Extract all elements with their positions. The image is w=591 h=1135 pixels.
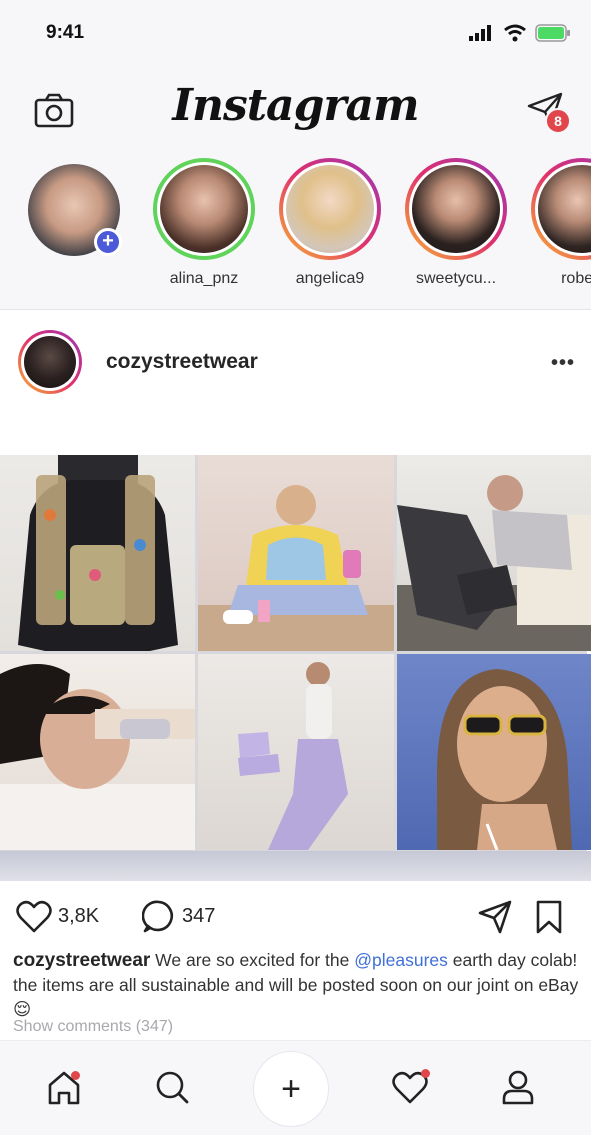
gallery-photo: [198, 455, 394, 651]
battery-icon: [535, 24, 570, 42]
story-own[interactable]: +: [22, 158, 126, 256]
profile-icon: [502, 1070, 534, 1105]
heart-icon: [16, 900, 52, 933]
story-avatar: [412, 165, 500, 253]
post-username[interactable]: cozystreetwear: [106, 350, 258, 374]
notification-dot: [421, 1069, 430, 1078]
like-button[interactable]: [16, 899, 52, 933]
post-header: cozystreetwear •••: [0, 312, 591, 412]
nav-profile[interactable]: [498, 1067, 538, 1107]
status-bar: 9:41: [0, 0, 591, 70]
own-avatar: +: [28, 164, 122, 256]
gallery-photo: [397, 654, 591, 850]
story-name: angelica9: [295, 270, 365, 287]
story-name: robert: [561, 270, 591, 287]
status-time: 9:41: [46, 22, 85, 43]
gallery-footer-strip: [0, 851, 591, 881]
nav-home[interactable]: [44, 1067, 84, 1107]
nav-search[interactable]: [152, 1067, 192, 1107]
post-image[interactable]: [0, 455, 591, 851]
direct-badge: 8: [545, 108, 571, 134]
post-avatar[interactable]: [18, 330, 82, 394]
bookmark-icon: [536, 900, 562, 934]
share-button[interactable]: [477, 899, 513, 935]
like-count: 3,8K: [58, 905, 100, 927]
story-name: alina_pnz: [169, 270, 239, 287]
relieved-emoji-icon: 😌: [13, 999, 32, 1019]
story-angelica[interactable]: angelica9: [278, 158, 382, 288]
gallery-photo: [0, 654, 195, 850]
post-caption: cozystreetwear We are so excited for the…: [13, 948, 579, 1021]
more-options-button[interactable]: •••: [551, 352, 575, 375]
story-avatar: [160, 165, 248, 253]
story-avatar: [538, 165, 591, 253]
status-icons: [469, 24, 571, 42]
caption-username[interactable]: cozystreetwear: [13, 950, 150, 971]
story-robert[interactable]: robert: [530, 158, 591, 288]
search-icon: [156, 1071, 189, 1104]
notification-dot: [71, 1071, 80, 1080]
stories-tray: + alina_pnz angelica9 sweetycu... robert: [0, 150, 591, 310]
add-story-badge[interactable]: +: [94, 228, 122, 256]
paper-plane-icon: [478, 900, 512, 934]
comment-icon: [141, 900, 174, 933]
caption-text: We are so excited for the: [150, 950, 355, 970]
show-comments-link[interactable]: Show comments (347): [13, 1018, 173, 1036]
post-actions: 3,8K 347: [0, 881, 591, 951]
story-avatar: [286, 165, 374, 253]
app-header: Instagram 8: [0, 70, 591, 150]
caption-mention[interactable]: @pleasures: [354, 950, 448, 970]
story-alina[interactable]: alina_pnz: [152, 158, 256, 288]
save-button[interactable]: [535, 899, 563, 935]
story-ring: [279, 158, 381, 260]
nav-add-button[interactable]: +: [253, 1051, 329, 1127]
bottom-nav: +: [0, 1040, 591, 1135]
gallery-photo: [397, 455, 591, 651]
story-name: sweetycu...: [415, 270, 497, 287]
gallery-photo: [0, 455, 195, 651]
comment-count: 347: [182, 905, 216, 927]
wifi-icon: [504, 24, 526, 42]
signal-icon: [469, 25, 491, 41]
story-sweetycu[interactable]: sweetycu...: [404, 158, 508, 288]
instagram-logo: Instagram: [172, 80, 419, 131]
comment-button[interactable]: [141, 899, 176, 933]
story-ring: [531, 158, 591, 260]
story-ring: [405, 158, 507, 260]
nav-activity[interactable]: [390, 1067, 430, 1107]
story-ring: [153, 158, 255, 260]
gallery-photo: [198, 654, 394, 850]
